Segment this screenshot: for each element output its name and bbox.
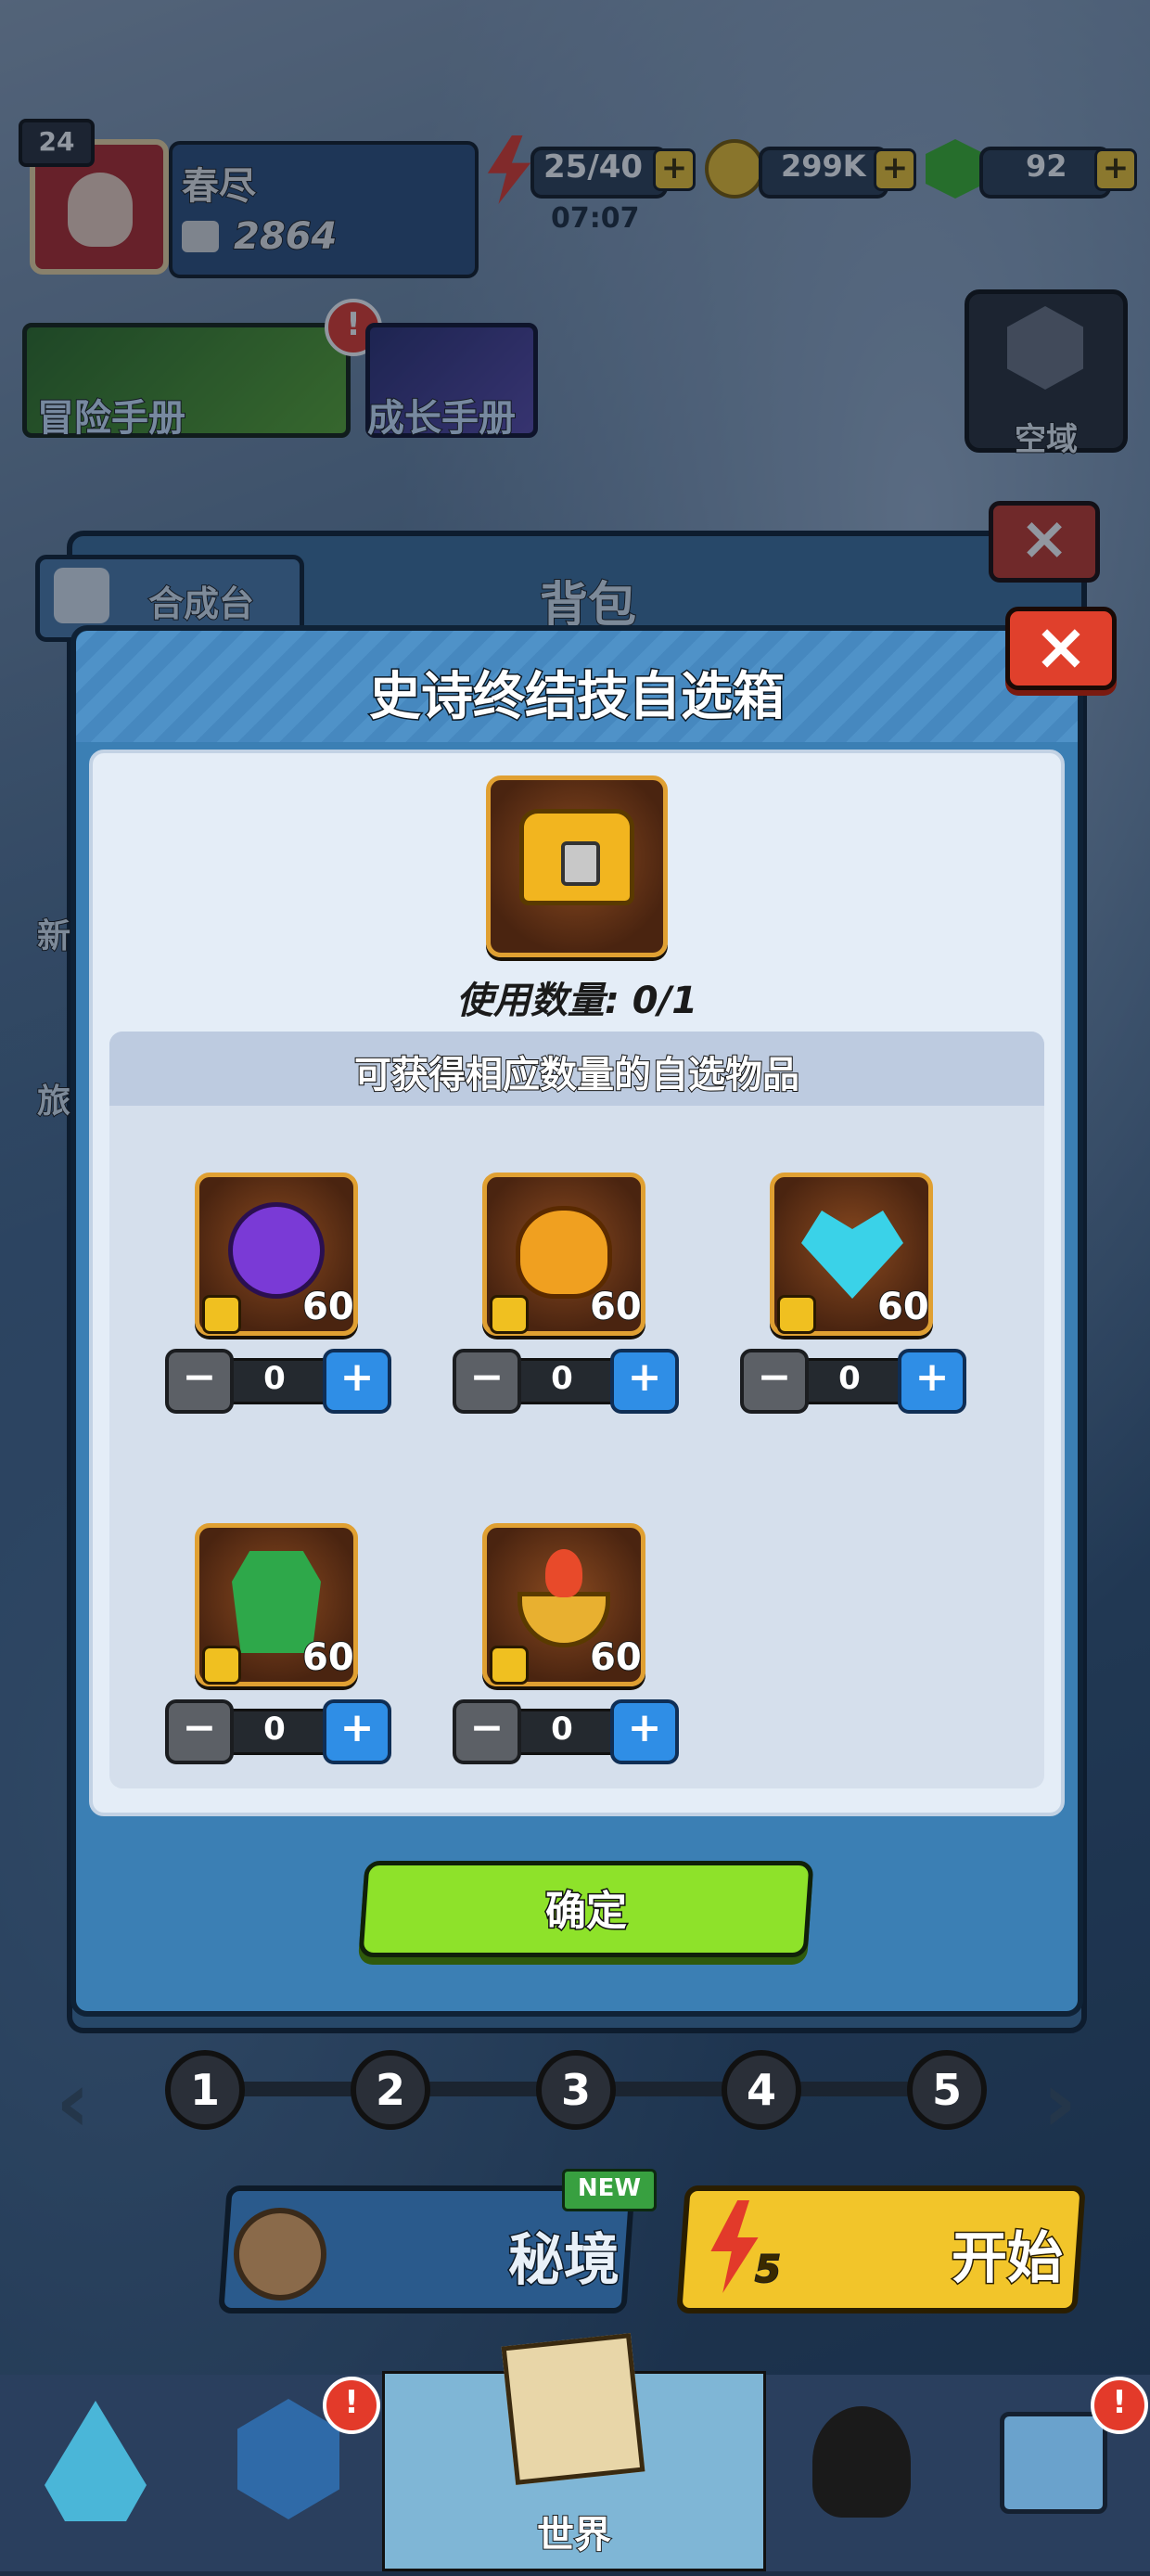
start-label: 开始	[951, 2225, 1065, 2293]
world-label: 世界	[536, 2513, 612, 2557]
item-5-quantity[interactable]: 0	[514, 1709, 610, 1749]
item-1-plus-button[interactable]: +	[323, 1349, 391, 1414]
item-2-quantity[interactable]: 0	[514, 1358, 610, 1399]
item-1-minus-button[interactable]: −	[165, 1349, 234, 1414]
stage-node-2[interactable]: 2	[351, 2050, 430, 2130]
item-section-title: 可获得相应数量的自选物品	[353, 1053, 800, 1097]
item-4-quantity[interactable]: 0	[226, 1709, 323, 1749]
stage-node-4[interactable]: 4	[722, 2050, 801, 2130]
new-badge: NEW	[562, 2169, 657, 2211]
item-5-plus-button[interactable]: +	[610, 1699, 679, 1764]
confirm-label: 确定	[544, 1887, 629, 1937]
item-2-stepper: − 0 +	[453, 1349, 679, 1414]
flame-icon	[545, 1549, 582, 1597]
item-4-plus-button[interactable]: +	[323, 1699, 391, 1764]
stage-node-1[interactable]: 1	[165, 2050, 245, 2130]
shop-box-icon	[1000, 2412, 1107, 2514]
golden-chest-icon	[519, 809, 634, 905]
item-4-minus-button[interactable]: −	[165, 1699, 234, 1764]
stage-next-arrow[interactable]: ›	[1042, 2054, 1077, 2151]
world-map-icon	[501, 2333, 645, 2485]
item-2-count: 60	[589, 1285, 643, 1329]
item-5-count: 60	[589, 1635, 643, 1680]
item-3-count: 60	[876, 1285, 930, 1329]
item-5-minus-button[interactable]: −	[453, 1699, 521, 1764]
shop-alert-badge: !	[1091, 2377, 1148, 2434]
secret-realm-label: 秘境	[507, 2227, 621, 2295]
item-3-plus-button[interactable]: +	[898, 1349, 966, 1414]
item-1-stepper: − 0 +	[165, 1349, 391, 1414]
puzzle-piece-icon	[490, 1646, 529, 1685]
item-4-stepper: − 0 +	[165, 1699, 391, 1764]
item-3-quantity[interactable]: 0	[801, 1358, 898, 1399]
item-2-minus-button[interactable]: −	[453, 1349, 521, 1414]
dialog-title: 史诗终结技自选箱	[368, 666, 786, 729]
stage-prev-arrow[interactable]: ‹	[56, 2054, 90, 2151]
item-2-plus-button[interactable]: +	[610, 1349, 679, 1414]
character-icon	[812, 2406, 911, 2518]
stage-node-3[interactable]: 3	[536, 2050, 616, 2130]
start-cost: 5	[754, 2248, 782, 2292]
item-3-stepper: − 0 +	[740, 1349, 966, 1414]
usage-count-label: 使用数量: 0/1	[455, 980, 698, 1022]
item-1-quantity[interactable]: 0	[226, 1358, 323, 1399]
target-dart-icon	[234, 2208, 326, 2300]
stage-node-5[interactable]: 5	[907, 2050, 987, 2130]
item-1-count: 60	[301, 1285, 355, 1329]
puzzle-piece-icon	[490, 1295, 529, 1334]
item-3-minus-button[interactable]: −	[740, 1349, 809, 1414]
dialog-close-button[interactable]: ×	[1005, 607, 1117, 690]
item-5-stepper: − 0 +	[453, 1699, 679, 1764]
shield-alert-badge: !	[323, 2377, 380, 2434]
puzzle-piece-icon	[777, 1295, 816, 1334]
flame-owl-pot-icon	[516, 1206, 612, 1299]
puzzle-piece-icon	[202, 1295, 241, 1334]
purple-magic-disc-icon	[228, 1202, 325, 1299]
puzzle-piece-icon	[202, 1646, 241, 1685]
item-4-count: 60	[301, 1635, 355, 1680]
